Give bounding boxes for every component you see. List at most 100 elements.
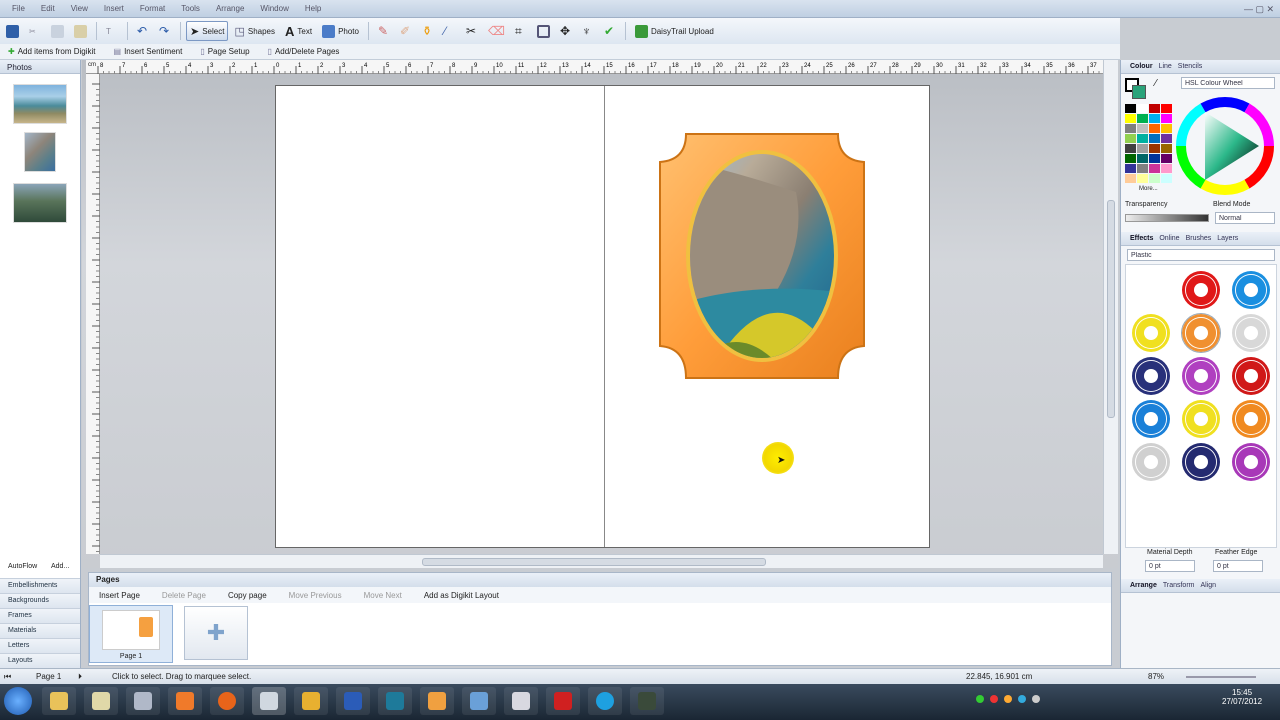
- tray-icon[interactable]: [1018, 695, 1026, 703]
- gear-effect-icon[interactable]: [1181, 313, 1221, 353]
- add-delete-pages-button[interactable]: ▯ Add/Delete Pages: [264, 45, 344, 59]
- delete-page-button[interactable]: Delete Page: [158, 585, 210, 605]
- gear-effect-icon[interactable]: [1232, 314, 1270, 352]
- category-item[interactable]: Embellishments: [0, 578, 80, 593]
- frame-tool[interactable]: [533, 21, 554, 41]
- colour-swatch[interactable]: [1161, 174, 1172, 183]
- menu-item[interactable]: Help: [305, 4, 321, 13]
- colour-swatch[interactable]: [1149, 154, 1160, 163]
- gear-effect-icon[interactable]: [1132, 314, 1170, 352]
- first-page-icon[interactable]: ⏮: [4, 672, 11, 682]
- tray-icon[interactable]: [1004, 695, 1012, 703]
- taskbar-app-4[interactable]: [420, 687, 454, 715]
- eyedropper-icon[interactable]: ⁄: [1155, 78, 1157, 89]
- gear-effect-icon[interactable]: [1132, 271, 1170, 309]
- tray-icon[interactable]: [976, 695, 984, 703]
- gear-effect-icon[interactable]: [1132, 357, 1170, 395]
- fill-tool[interactable]: ⚱: [418, 21, 438, 41]
- menu-item[interactable]: View: [71, 4, 88, 13]
- colour-swatch[interactable]: [1149, 144, 1160, 153]
- colour-swatch[interactable]: [1137, 154, 1148, 163]
- gear-effect-icon[interactable]: [1182, 400, 1220, 438]
- taskbar-app-8[interactable]: [630, 687, 664, 715]
- category-item[interactable]: Frames: [0, 608, 80, 623]
- feather-edge-input[interactable]: [1213, 560, 1263, 572]
- taskbar-app-6[interactable]: [504, 687, 538, 715]
- photo-thumb-cliff[interactable]: [24, 132, 56, 172]
- colour-swatch[interactable]: [1149, 174, 1160, 183]
- next-page-icon[interactable]: ⏵: [78, 672, 82, 682]
- insert-page-button[interactable]: Insert Page: [95, 585, 144, 605]
- colour-swatch[interactable]: [1149, 134, 1160, 143]
- photo-thumb-valley[interactable]: [13, 183, 67, 223]
- undo-button[interactable]: ↶: [133, 21, 153, 41]
- autoflow-button[interactable]: AutoFlow: [8, 563, 37, 570]
- upload-button[interactable]: DaisyTrail Upload: [631, 21, 718, 41]
- taskbar-explorer[interactable]: [42, 687, 76, 715]
- colour-swatch[interactable]: [1125, 164, 1136, 173]
- gear-effect-icon[interactable]: [1232, 443, 1270, 481]
- panel-tab[interactable]: Align: [1200, 582, 1216, 592]
- format-painter-button[interactable]: T: [102, 21, 122, 41]
- pen-tool[interactable]: ✎: [374, 21, 394, 41]
- transform-tool[interactable]: ✥: [556, 21, 576, 41]
- select-tool[interactable]: ➤ Select: [186, 21, 229, 41]
- colour-swatch[interactable]: [1161, 144, 1172, 153]
- add-page-thumbnail[interactable]: ✚: [184, 606, 248, 660]
- taskbar-word[interactable]: [336, 687, 370, 715]
- menu-item[interactable]: Edit: [41, 4, 55, 13]
- panel-tab[interactable]: Online: [1159, 235, 1179, 245]
- panel-tab[interactable]: Arrange: [1130, 582, 1157, 592]
- colour-swatch[interactable]: [1137, 134, 1148, 143]
- gear-effect-icon[interactable]: [1182, 443, 1220, 481]
- effect-style-select[interactable]: [1127, 249, 1275, 261]
- page-setup-button[interactable]: ▯ Page Setup: [196, 45, 253, 59]
- tray-icon[interactable]: [990, 695, 998, 703]
- menu-item[interactable]: Window: [260, 4, 288, 13]
- colour-model-select[interactable]: [1181, 77, 1275, 89]
- vertical-scrollbar[interactable]: [1103, 60, 1118, 554]
- colour-swatch[interactable]: [1161, 134, 1172, 143]
- gear-effect-icon[interactable]: [1182, 271, 1220, 309]
- tray-icon[interactable]: [1032, 695, 1040, 703]
- vertical-scroll-thumb[interactable]: [1107, 200, 1115, 418]
- colour-swatch[interactable]: [1125, 174, 1136, 183]
- photo-thumb-beach[interactable]: [13, 84, 67, 124]
- transparency-slider[interactable]: [1125, 214, 1209, 222]
- category-item[interactable]: Backgrounds: [0, 593, 80, 608]
- fill-colour-swatch[interactable]: [1132, 85, 1146, 99]
- panel-tab[interactable]: Line: [1159, 63, 1172, 73]
- crop-tool[interactable]: ⌗: [511, 21, 531, 41]
- gear-effect-icon[interactable]: [1232, 357, 1270, 395]
- colour-swatch[interactable]: [1125, 104, 1136, 113]
- colour-swatch[interactable]: [1149, 124, 1160, 133]
- menu-item[interactable]: Arrange: [216, 4, 244, 13]
- colour-swatch[interactable]: [1149, 104, 1160, 113]
- add-digikit-layout-button[interactable]: Add as Digikit Layout: [420, 585, 503, 605]
- gear-effect-icon[interactable]: [1182, 357, 1220, 395]
- zoom-level[interactable]: 87%: [1148, 672, 1164, 681]
- panel-tab[interactable]: Colour: [1130, 63, 1153, 73]
- page-thumbnail-1[interactable]: Page 1: [89, 605, 173, 663]
- panel-tab[interactable]: Effects: [1130, 235, 1153, 245]
- colour-swatch[interactable]: [1125, 134, 1136, 143]
- colour-swatch[interactable]: [1137, 104, 1148, 113]
- taskbar-crafty[interactable]: [252, 687, 286, 715]
- lamp-tool[interactable]: ♆: [578, 21, 598, 41]
- colour-swatch[interactable]: [1125, 124, 1136, 133]
- gear-effect-icon[interactable]: [1132, 443, 1170, 481]
- photo-tool[interactable]: Photo: [318, 21, 363, 41]
- horizontal-scrollbar[interactable]: [100, 554, 1103, 568]
- material-depth-input[interactable]: [1145, 560, 1195, 572]
- copy-page-button[interactable]: Copy page: [224, 585, 271, 605]
- insert-sentiment-button[interactable]: ▤ Insert Sentiment: [110, 45, 187, 59]
- colour-swatch[interactable]: [1137, 164, 1148, 173]
- colour-wheel[interactable]: [1175, 96, 1275, 196]
- eraser-tool[interactable]: ⌫: [484, 21, 509, 41]
- colour-swatch[interactable]: [1161, 154, 1172, 163]
- colour-swatch[interactable]: [1125, 154, 1136, 163]
- taskbar-skype[interactable]: [588, 687, 622, 715]
- cut-path-tool[interactable]: ✂: [462, 21, 482, 41]
- brush-tool[interactable]: ✐: [396, 21, 416, 41]
- colour-swatch[interactable]: [1137, 124, 1148, 133]
